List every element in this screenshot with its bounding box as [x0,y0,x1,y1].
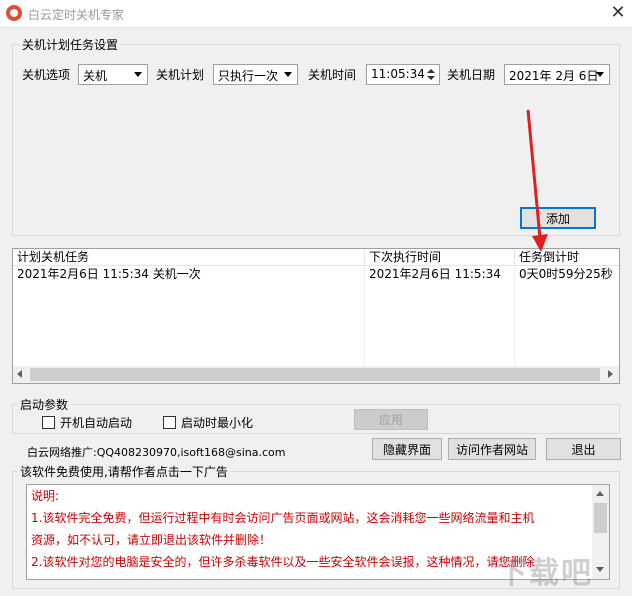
chevron-down-icon [280,66,296,83]
scroll-right-icon[interactable] [608,370,613,378]
scrollbar-thumb[interactable] [594,503,607,533]
notice-line: 说明: [31,489,60,503]
watermark-logo: 下载吧 [497,556,593,591]
table-row[interactable]: 2021年2月6日 11:5:34 关机一次 2021年2月6日 11:5:34… [13,266,619,283]
shutdown-plan-select[interactable]: 只执行一次 [213,64,298,85]
schedule-group-title: 关机计划任务设置 [19,36,122,53]
shutdown-time-value: 11:05:34 [371,67,425,81]
arrow-head [532,234,548,252]
next-run-cell: 2021年2月6日 11:5:34 [369,267,501,281]
notice-line: 1.该软件完全免费，但运行过程中有时会访问广告页面或网站，这会消耗您一些网络流量… [31,511,535,525]
promo-text: 白云网络推广:QQ408230970,isoft168@sina.com [27,446,286,459]
vertical-scrollbar[interactable] [592,485,609,579]
shutdown-time-label: 关机时间 [308,68,357,82]
task-cell: 2021年2月6日 11:5:34 关机一次 [17,267,201,281]
window-title: 白云定时关机专家 [28,8,125,22]
shutdown-time-picker[interactable]: 11:05:34 [366,64,440,85]
shutdown-date-value: 2021年 2月 6日 [509,69,599,83]
hide-window-button[interactable]: 隐藏界面 [372,438,442,460]
horizontal-scrollbar[interactable] [13,366,619,383]
auto-start-checkbox[interactable] [42,416,55,429]
time-spinner-icon[interactable] [424,66,438,83]
start-minimized-label[interactable]: 启动时最小化 [181,414,253,431]
startup-group-title: 启动参数 [17,396,72,413]
shutdown-option-label: 关机选项 [22,68,71,82]
start-minimized-checkbox[interactable] [163,416,176,429]
column-header-task[interactable]: 计划关机任务 [13,249,365,266]
arrow-shaft [526,109,542,239]
scroll-up-icon[interactable] [596,491,604,496]
shutdown-plan-label: 关机计划 [156,68,205,82]
auto-start-label[interactable]: 开机自动启动 [60,414,132,431]
scrollbar-thumb[interactable] [30,368,600,381]
chevron-down-icon [130,66,146,83]
visit-website-button[interactable]: 访问作者网站 [448,438,536,460]
app-power-icon [6,5,22,21]
shutdown-date-picker[interactable]: 2021年 2月 6日 [504,64,610,85]
shutdown-option-value: 关机 [83,69,108,83]
close-icon[interactable]: ✕ [608,3,628,23]
task-list[interactable]: 计划关机任务 下次执行时间 任务倒计时 2021年2月6日 11:5:34 关机… [12,248,620,384]
chevron-down-icon [592,66,608,83]
notice-group-title: 该软件免费使用,请帮作者点击一下广告 [17,463,231,480]
exit-button[interactable]: 退出 [546,438,621,460]
shutdown-option-select[interactable]: 关机 [78,64,148,85]
scroll-down-icon[interactable] [596,567,604,572]
red-arrow-annotation [526,109,548,252]
shutdown-plan-value: 只执行一次 [218,69,279,83]
column-header-next-run[interactable]: 下次执行时间 [365,249,515,266]
scroll-left-icon[interactable] [17,370,22,378]
shutdown-date-label: 关机日期 [447,68,496,82]
countdown-cell: 0天0时59分25秒 [519,267,613,281]
apply-button[interactable]: 应用 [354,409,428,430]
